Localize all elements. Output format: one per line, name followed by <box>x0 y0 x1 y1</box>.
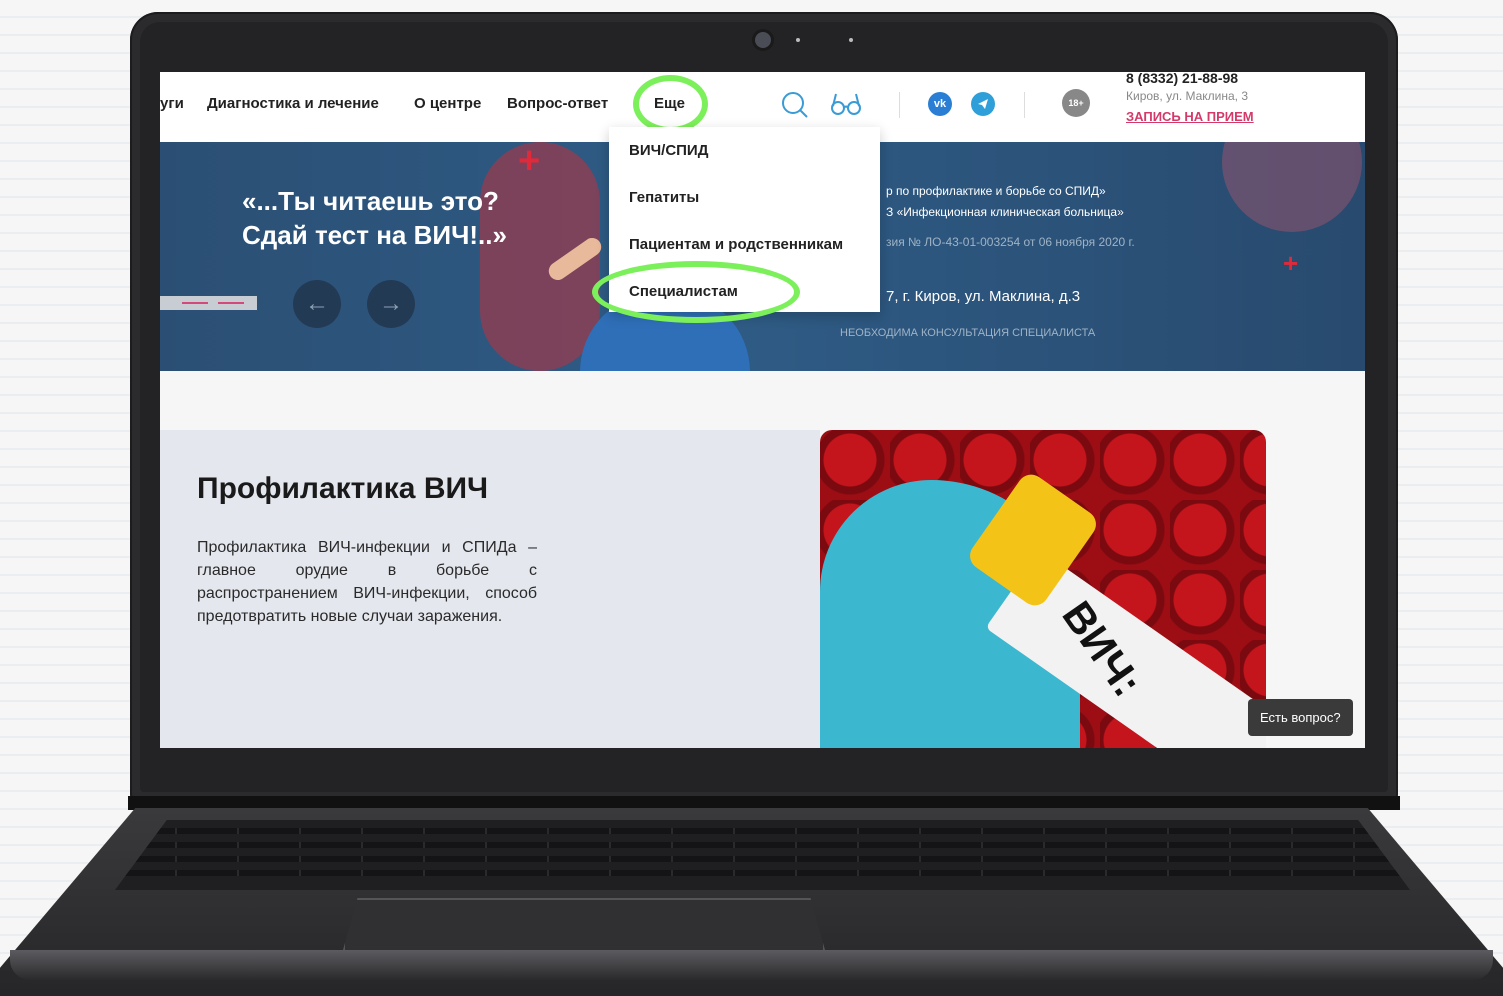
decor-circle <box>1222 142 1362 232</box>
nav-item-diagnostics[interactable]: Диагностика и лечение <box>207 95 379 112</box>
sensor-dot <box>849 38 853 42</box>
touchpad <box>343 898 825 950</box>
next-slide-button[interactable]: → <box>367 280 415 328</box>
banner-info-text: р по профилактике и борьбе со СПИД» <box>886 184 1106 198</box>
chat-question-button[interactable]: Есть вопрос? <box>1248 699 1353 736</box>
divider <box>899 92 900 118</box>
menu-item-specialists[interactable]: Специалистам <box>629 283 738 300</box>
search-icon[interactable] <box>780 90 810 120</box>
nav-item-about[interactable]: О центре <box>414 95 481 112</box>
prev-slide-button[interactable]: ← <box>293 280 341 328</box>
phone-number[interactable]: 8 (8332) 21-88-98 <box>1126 72 1238 86</box>
sensor-dot <box>796 38 800 42</box>
plus-icon: + <box>1283 248 1299 278</box>
banner-address: 7, г. Киров, ул. Маклина, д.3 <box>886 288 1081 305</box>
browser-screen: уги Диагностика и лечение О центре Вопро… <box>160 72 1365 748</box>
menu-item-patients[interactable]: Пациентам и родственникам <box>629 236 843 253</box>
more-dropdown-menu: ВИЧ/СПИД Гепатиты Пациентам и родственни… <box>609 127 880 312</box>
nav-item-more[interactable]: Еще <box>654 95 685 112</box>
telegram-icon[interactable] <box>971 92 995 116</box>
section-text: Профилактика ВИЧ-инфекции и СПИДа – глав… <box>197 539 537 625</box>
banner-title: «...Ты читаешь это? Сдай тест на ВИЧ!..» <box>242 184 507 252</box>
hiv-test-photo: ВИЧ: <box>820 430 1266 748</box>
age-rating-badge: 18+ <box>1062 89 1090 117</box>
pagination-dash[interactable] <box>218 302 244 304</box>
section-title: Профилактика ВИЧ <box>197 472 489 505</box>
prevention-panel: Профилактика ВИЧ Профилактика ВИЧ-инфекц… <box>160 430 820 748</box>
webcam-icon <box>755 32 771 48</box>
menu-item-hiv-aids[interactable]: ВИЧ/СПИД <box>629 142 708 159</box>
banner-title-line: «...Ты читаешь это? <box>242 186 499 216</box>
menu-item-hepatitis[interactable]: Гепатиты <box>629 189 699 206</box>
banner-info-text: З «Инфекционная клиническая больница» <box>886 205 1124 219</box>
laptop-hinge <box>128 796 1400 810</box>
plus-icon: + <box>518 142 541 182</box>
appointment-link[interactable]: ЗАПИСЬ НА ПРИЕМ <box>1126 109 1254 124</box>
consultation-notice: НЕОБХОДИМА КОНСУЛЬТАЦИЯ СПЕЦИАЛИСТА <box>840 327 1096 339</box>
nav-item-services[interactable]: уги <box>160 95 184 112</box>
laptop-base-edge <box>10 950 1493 980</box>
clinic-address: Киров, ул. Маклина, 3 <box>1126 89 1249 103</box>
divider <box>1024 92 1025 118</box>
banner-title-line: Сдай тест на ВИЧ!..» <box>242 220 507 250</box>
keyboard <box>115 820 1410 890</box>
accessibility-glasses-icon[interactable] <box>830 90 862 120</box>
vk-icon[interactable]: vk <box>928 92 952 116</box>
pagination-dash[interactable] <box>182 302 208 304</box>
nav-item-faq[interactable]: Вопрос-ответ <box>507 95 608 112</box>
license-text: зия № ЛО-43-01-003254 от 06 ноября 2020 … <box>886 235 1135 249</box>
